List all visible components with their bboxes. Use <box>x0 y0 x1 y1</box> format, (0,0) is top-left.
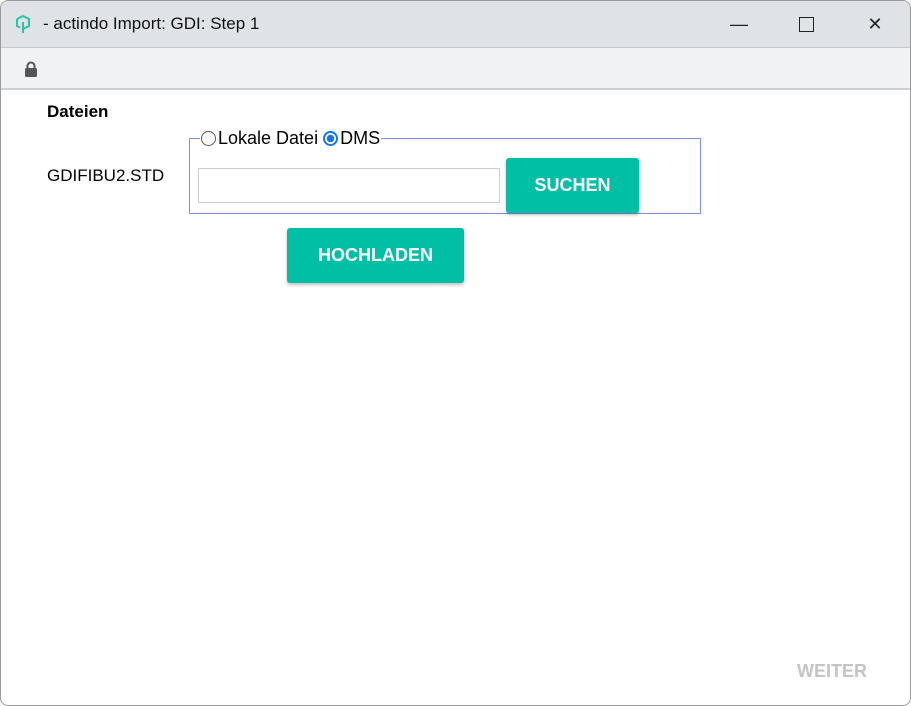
title-bar: - actindo Import: GDI: Step 1 — ✕ <box>1 1 910 47</box>
address-bar <box>1 47 910 90</box>
section-label: Dateien <box>47 102 109 121</box>
path-input[interactable] <box>198 168 500 203</box>
minimize-icon[interactable]: — <box>716 1 762 47</box>
radio-local-file-label[interactable]: Lokale Datei <box>218 128 318 149</box>
maximize-icon[interactable] <box>783 1 829 47</box>
radio-dms[interactable] <box>323 131 339 146</box>
actindo-logo-icon <box>16 14 30 33</box>
lock-icon <box>25 61 37 77</box>
search-button[interactable]: SUCHEN <box>506 158 639 213</box>
file-name: GDIFIBU2.STD <box>47 166 165 185</box>
app-window: - actindo Import: GDI: Step 1 — ✕ Dateie… <box>0 0 911 706</box>
radio-dms-label[interactable]: DMS <box>340 128 380 149</box>
close-icon[interactable]: ✕ <box>852 1 898 47</box>
next-button[interactable]: WEITER <box>797 661 867 682</box>
upload-button[interactable]: HOCHLADEN <box>287 228 464 283</box>
radio-local-file[interactable] <box>201 131 216 146</box>
window-title: - actindo Import: GDI: Step 1 <box>43 14 260 33</box>
